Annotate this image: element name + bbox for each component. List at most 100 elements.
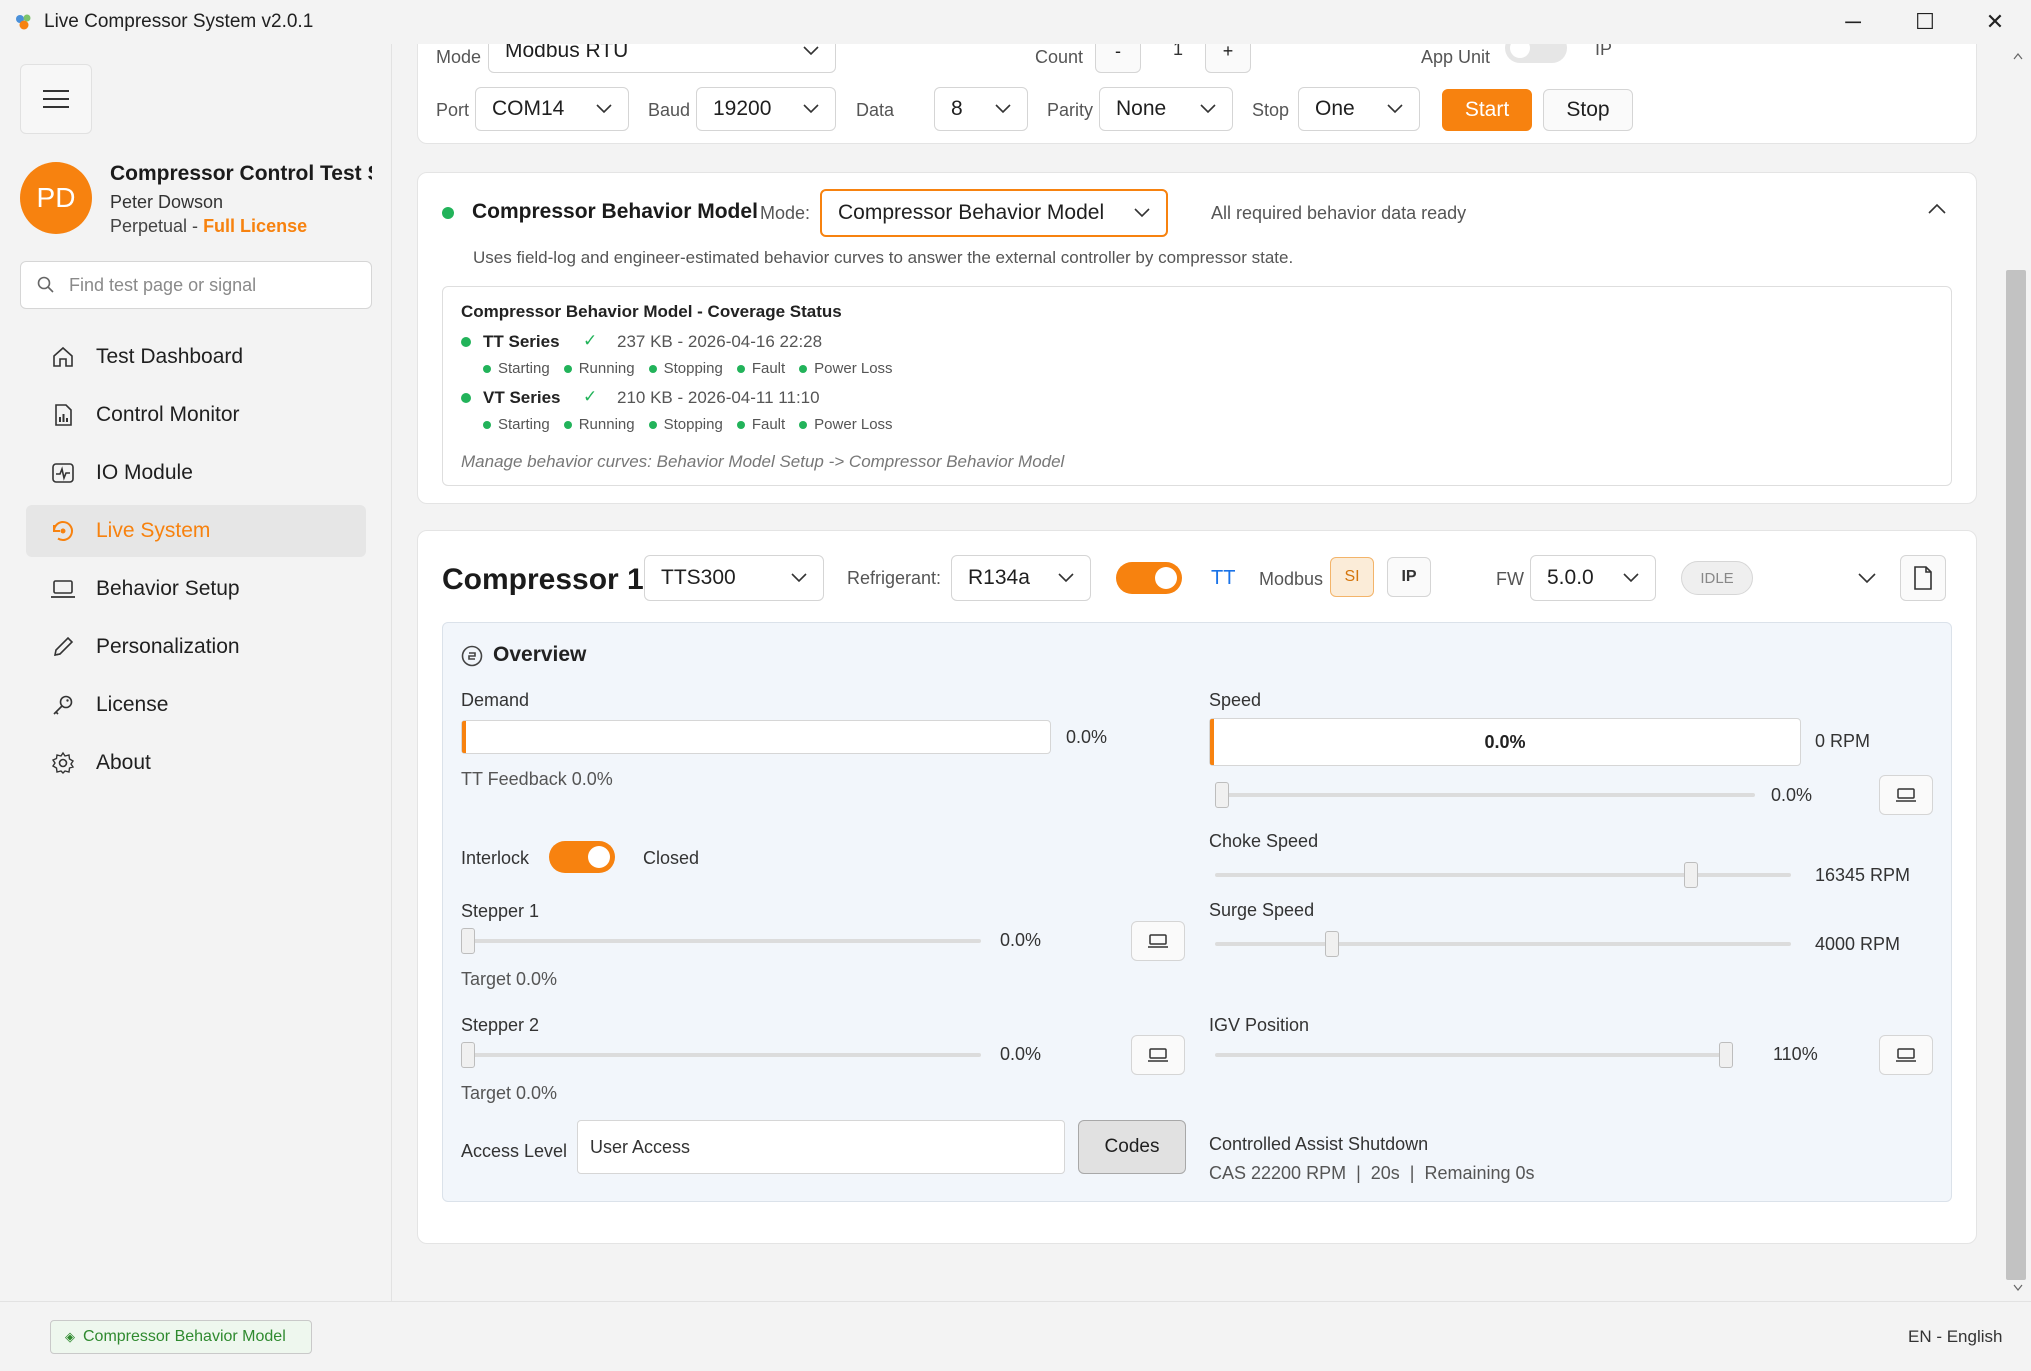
port-dropdown[interactable]: COM14 (475, 87, 629, 131)
firmware-dropdown[interactable]: 5.0.0 (1530, 555, 1656, 601)
baud-label: Baud (648, 100, 691, 120)
count-increment-button[interactable]: + (1205, 44, 1251, 73)
main-content: Mode Modbus RTU Count - 1 + App Unit IP … (393, 44, 2005, 1301)
report-button[interactable] (1900, 555, 1946, 601)
laptop-icon (1896, 788, 1916, 802)
stop-bits-value: One (1315, 97, 1355, 120)
behavior-mode-dropdown[interactable]: Compressor Behavior Model (820, 189, 1168, 237)
baud-dropdown[interactable]: 19200 (696, 87, 836, 131)
expand-chevron-down-icon[interactable] (1858, 572, 1876, 584)
count-value[interactable]: 1 (1173, 44, 1183, 60)
scroll-thumb[interactable] (2006, 270, 2026, 1280)
minimize-button[interactable]: ─ (1817, 0, 1889, 44)
speed-label: Speed (1209, 690, 1262, 710)
access-level-input[interactable] (577, 1120, 1065, 1174)
sidebar-item-io-module[interactable]: IO Module (26, 447, 366, 499)
igv-slider-thumb[interactable] (1719, 1042, 1733, 1068)
stepper1-slider-thumb[interactable] (461, 928, 475, 954)
parity-dropdown[interactable]: None (1099, 87, 1233, 131)
sidebar-item-label: Test Dashboard (96, 345, 244, 368)
close-icon: ✕ (1985, 9, 2005, 34)
menu-toggle-button[interactable] (20, 64, 92, 134)
key-icon (48, 690, 78, 720)
codes-button[interactable]: Codes (1078, 1120, 1186, 1174)
user-name: Peter Dowson (110, 192, 224, 212)
speed-manual-button[interactable] (1879, 775, 1933, 815)
refrigerant-value: R134a (968, 566, 1030, 589)
chevron-down-icon (1200, 104, 1216, 114)
search-input[interactable] (69, 274, 359, 296)
compressor-model-dropdown[interactable]: TTS300 (644, 555, 824, 601)
mode-value: Modbus RTU (505, 44, 629, 62)
ip-unit-button[interactable]: IP (1387, 557, 1431, 597)
home-icon (48, 342, 78, 372)
overview-icon (461, 645, 483, 667)
surge-speed-slider-thumb[interactable] (1325, 931, 1339, 957)
license-line: Perpetual - Full License (110, 216, 307, 237)
series-status-dot (461, 393, 471, 403)
license-status-link[interactable]: Full License (203, 216, 307, 236)
sidebar-item-live-system[interactable]: Live System (26, 505, 366, 557)
data-bits-dropdown[interactable]: 8 (934, 87, 1028, 131)
close-button[interactable]: ✕ (1959, 0, 2031, 44)
sidebar-item-control-monitor[interactable]: Control Monitor (26, 389, 366, 441)
count-decrement-button[interactable]: - (1095, 44, 1141, 73)
stepper2-manual-button[interactable] (1131, 1035, 1185, 1075)
check-icon: ✓ (583, 387, 598, 406)
maximize-button[interactable]: ☐ (1889, 0, 1961, 44)
state-item: Starting (483, 416, 550, 433)
sidebar-item-personalization[interactable]: Personalization (26, 621, 366, 673)
choke-speed-slider-track[interactable] (1215, 873, 1791, 877)
behavior-model-title: Compressor Behavior Model (472, 200, 758, 223)
refrigerant-dropdown[interactable]: R134a (951, 555, 1091, 601)
speed-slider-track[interactable] (1215, 793, 1755, 797)
igv-slider-track[interactable] (1215, 1053, 1733, 1057)
interlock-toggle[interactable] (549, 841, 615, 873)
interlock-label: Interlock (461, 848, 530, 868)
port-label: Port (436, 100, 470, 120)
surge-speed-slider-track[interactable] (1215, 942, 1791, 946)
sidebar-item-behavior-setup[interactable]: Behavior Setup (26, 563, 366, 615)
igv-position-label: IGV Position (1209, 1015, 1310, 1035)
state-item: Stopping (648, 416, 723, 433)
search-box[interactable] (20, 261, 372, 309)
firmware-value: 5.0.0 (1547, 566, 1594, 589)
stepper2-slider-track[interactable] (461, 1053, 981, 1057)
document-icon (1914, 566, 1932, 590)
demand-label: Demand (461, 690, 530, 710)
start-button[interactable]: Start (1442, 89, 1532, 131)
sidebar-item-license[interactable]: License (26, 679, 366, 731)
title-bar: Live Compressor System v2.0.1 ─ ☐ ✕ (0, 0, 2031, 44)
igv-manual-button[interactable] (1879, 1035, 1933, 1075)
behavior-mode-value: Compressor Behavior Model (838, 201, 1105, 224)
language-indicator[interactable]: EN - English (1908, 1327, 2002, 1347)
scroll-up-icon[interactable] (2013, 52, 2023, 60)
status-chip-label: Compressor Behavior Model (83, 1328, 286, 1345)
series-name: VT Series (483, 388, 561, 407)
state-item: Fault (736, 360, 785, 377)
compressor-enable-toggle[interactable] (1116, 562, 1182, 594)
scroll-down-icon[interactable] (2013, 1284, 2023, 1292)
behavior-model-card: Compressor Behavior Model Mode: Compress… (417, 172, 1977, 504)
stepper1-slider-track[interactable] (461, 939, 981, 943)
sidebar-item-test-dashboard[interactable]: Test Dashboard (26, 331, 366, 383)
stop-bits-dropdown[interactable]: One (1298, 87, 1420, 131)
stepper1-manual-button[interactable] (1131, 921, 1185, 961)
stop-button[interactable]: Stop (1543, 89, 1633, 131)
stepper1-value: 0.0% (1000, 930, 1042, 950)
choke-speed-value: 16345 RPM (1815, 865, 1911, 885)
stepper2-value: 0.0% (1000, 1044, 1042, 1064)
refrigerant-label: Refrigerant: (847, 568, 942, 588)
sidebar-item-about[interactable]: About (26, 737, 366, 789)
choke-speed-slider-thumb[interactable] (1684, 862, 1698, 888)
compressor-card: Compressor 1 TTS300 Refrigerant: R134a T… (417, 530, 1977, 1244)
mode-dropdown[interactable]: Modbus RTU (488, 44, 836, 73)
si-unit-button[interactable]: SI (1330, 557, 1374, 597)
sidebar-item-label: License (96, 693, 169, 716)
speed-slider-thumb[interactable] (1215, 782, 1229, 808)
ready-status-dot (442, 207, 454, 219)
stepper2-slider-thumb[interactable] (461, 1042, 475, 1068)
behavior-model-status-chip[interactable]: ◈ Compressor Behavior Model (50, 1320, 312, 1354)
app-unit-toggle[interactable] (1505, 44, 1567, 63)
collapse-chevron-up-icon[interactable] (1928, 203, 1946, 215)
